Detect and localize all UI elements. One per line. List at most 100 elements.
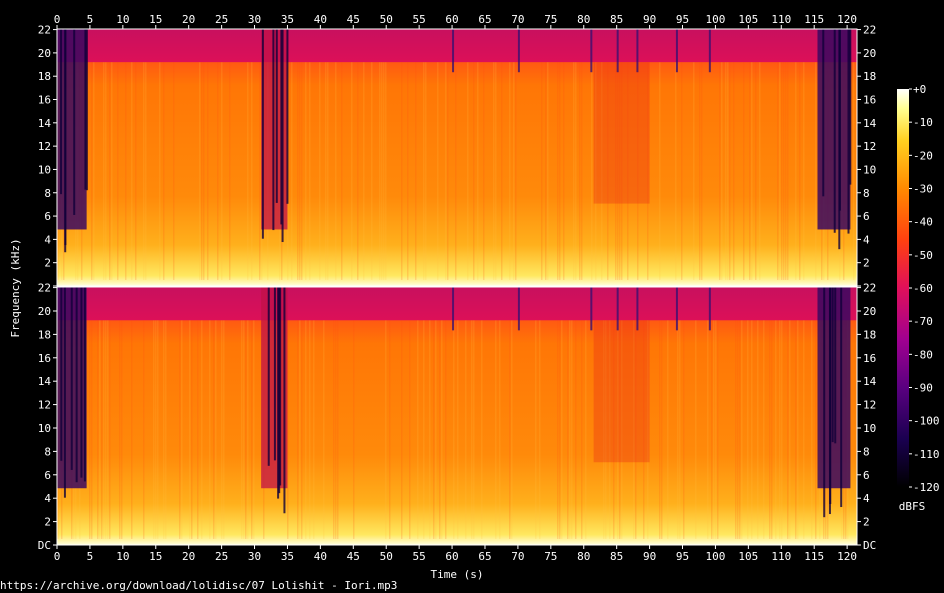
texture-streak — [181, 320, 183, 539]
quiet-streak — [261, 29, 264, 239]
texture-streak — [423, 62, 425, 281]
texture-streak — [493, 62, 495, 281]
texture-streak — [319, 62, 321, 281]
texture-streak — [121, 320, 123, 539]
texture-streak — [541, 62, 543, 281]
transient-line — [675, 29, 678, 73]
texture-streak — [91, 320, 93, 539]
x-tick-label: 110 — [771, 550, 791, 563]
quiet-streak — [273, 287, 276, 461]
transient-line — [590, 29, 593, 73]
texture-streak — [853, 62, 855, 281]
x-tick-label: 85 — [610, 13, 623, 26]
texture-streak — [771, 320, 773, 539]
texture-streak — [457, 320, 459, 539]
transient-line — [452, 287, 455, 331]
y-tick-label: 16 — [38, 94, 51, 107]
texture-streak — [721, 62, 723, 281]
x-tick-label: 25 — [215, 13, 228, 26]
x-tick-label: 120 — [837, 13, 857, 26]
y-tick-label: 6 — [44, 469, 51, 482]
y-tick-label: 16 — [863, 94, 876, 107]
texture-streak — [131, 62, 133, 281]
texture-streak — [757, 320, 759, 539]
quiet-streak — [823, 287, 826, 518]
texture-streak — [759, 62, 761, 281]
x-tick-label: 45 — [347, 550, 360, 563]
texture-streak — [803, 320, 805, 539]
texture-streak — [557, 62, 559, 281]
texture-streak — [483, 62, 485, 281]
texture-streak — [213, 320, 215, 539]
y-tick-label: 2 — [44, 516, 51, 529]
texture-streak — [539, 320, 541, 539]
texture-streak — [229, 62, 231, 281]
colorbar-tick-label: -10 — [913, 116, 933, 129]
x-tick-label: 75 — [544, 550, 557, 563]
texture-streak — [107, 320, 109, 539]
quiet-streak — [286, 29, 289, 204]
texture-streak — [445, 62, 447, 281]
y-tick-label: DC — [38, 539, 51, 552]
y-tick-label: 18 — [863, 328, 876, 341]
texture-streak — [305, 320, 307, 539]
texture-streak — [509, 62, 511, 281]
y-tick-label: 20 — [38, 305, 51, 318]
texture-streak — [381, 62, 383, 281]
texture-streak — [573, 62, 575, 281]
y-tick-label: 6 — [44, 210, 51, 223]
texture-streak — [667, 320, 669, 539]
texture-streak — [735, 320, 737, 539]
texture-streak — [659, 62, 661, 281]
texture-streak — [251, 320, 253, 539]
texture-streak — [155, 320, 157, 539]
texture-streak — [353, 320, 355, 539]
y-tick-label: 12 — [863, 399, 876, 412]
quiet-streak — [834, 287, 837, 444]
texture-streak — [215, 320, 217, 539]
texture-streak — [371, 62, 373, 281]
y-tick-label: 20 — [863, 47, 876, 60]
colorbar-tick-label: -20 — [913, 149, 933, 162]
texture-streak — [217, 62, 219, 281]
y-tick-label: 4 — [863, 233, 870, 246]
texture-streak — [179, 320, 181, 539]
texture-streak — [439, 320, 441, 539]
quiet-streak — [60, 29, 63, 195]
colorbar-tick-label: -70 — [913, 315, 933, 328]
quiet-streak — [838, 29, 841, 250]
texture-streak — [679, 320, 681, 539]
texture-streak — [787, 320, 789, 539]
texture-streak — [385, 62, 387, 281]
texture-streak — [453, 320, 455, 539]
x-tick-label: 100 — [705, 550, 725, 563]
transient-line — [616, 29, 619, 73]
texture-streak — [305, 62, 307, 281]
y-tick-label: 4 — [863, 492, 870, 505]
texture-streak — [781, 320, 783, 539]
texture-streak — [301, 62, 303, 281]
colorbar-tick-label: -100 — [913, 415, 940, 428]
texture-streak — [383, 62, 385, 281]
texture-streak — [743, 62, 745, 281]
quiet-streak — [847, 29, 850, 234]
quiet-streak — [828, 287, 831, 515]
texture-streak — [695, 320, 697, 539]
x-tick-label: 50 — [380, 13, 393, 26]
x-tick-label: 0 — [54, 13, 61, 26]
texture-streak — [811, 320, 813, 539]
texture-streak — [197, 320, 199, 539]
texture-streak — [415, 62, 417, 281]
texture-streak — [701, 62, 703, 281]
x-tick-label: 70 — [511, 550, 524, 563]
x-tick-label: 60 — [445, 13, 458, 26]
colorbar-tick-label: -80 — [913, 348, 933, 361]
texture-streak — [659, 320, 661, 539]
texture-streak — [125, 62, 127, 281]
texture-streak — [429, 320, 431, 539]
colorbar-ramp — [897, 89, 909, 487]
texture-streak — [465, 320, 467, 539]
x-tick-label: 80 — [577, 13, 590, 26]
y-tick-label: 10 — [863, 163, 876, 176]
x-tick-label: 105 — [738, 550, 758, 563]
